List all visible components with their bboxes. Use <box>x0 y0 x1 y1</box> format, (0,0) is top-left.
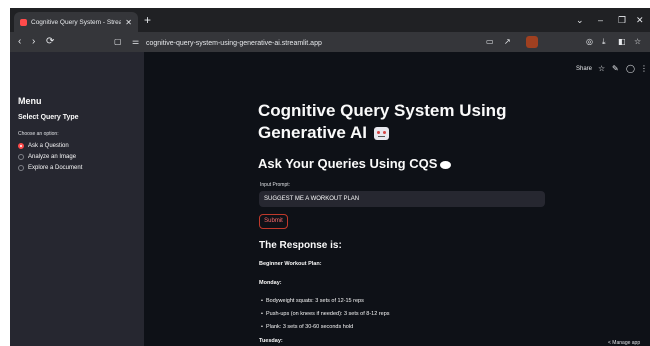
page-title: Cognitive Query System Using Generative … <box>258 101 507 142</box>
manage-app-button[interactable]: < Manage app <box>608 340 640 346</box>
copilot-icon[interactable]: ◎ <box>586 37 593 47</box>
bookmarks-icon[interactable]: ☆ <box>634 37 641 47</box>
submit-button[interactable]: Submit <box>259 214 288 229</box>
radio-label: Ask a Question <box>28 143 69 149</box>
github-icon[interactable]: ◯ <box>626 64 635 73</box>
select-query-type-title: Select Query Type <box>18 114 79 121</box>
radio-label: Analyze an Image <box>28 154 77 160</box>
robot-icon <box>373 127 389 141</box>
tab-close-icon[interactable]: ✕ <box>125 18 132 27</box>
choose-option-label: Choose an option: <box>18 131 59 137</box>
page-title-block: Cognitive Query System Using Generative … <box>258 100 548 144</box>
radio-unselected-icon[interactable] <box>18 165 24 171</box>
radio-selected-icon[interactable] <box>18 143 24 149</box>
tab-search-icon[interactable]: ⌄ <box>576 14 584 26</box>
cast-icon[interactable]: ▭ <box>486 37 494 47</box>
download-icon[interactable]: ⤓ <box>602 37 606 47</box>
more-options-icon[interactable]: ⋮ <box>640 64 648 73</box>
tab-title: Cognitive Query System - Stream <box>31 18 122 26</box>
star-icon[interactable]: ☆ <box>598 64 605 73</box>
close-window-icon[interactable]: ✕ <box>636 14 644 26</box>
input-prompt-label: Input Prompt: <box>260 182 291 188</box>
reload-icon[interactable]: ⟳ <box>46 36 54 48</box>
browser-window: Cognitive Query System - Stream ✕ + ⌄ – … <box>10 8 650 346</box>
list-item: Bodyweight squats: 3 sets of 12-15 reps <box>261 298 364 304</box>
site-info-icon[interactable]: ⚌ <box>132 37 139 47</box>
list-item: Plank: 3 sets of 30-60 seconds hold <box>261 324 353 330</box>
radio-explore-document[interactable]: Explore a Document <box>18 165 82 171</box>
maximize-icon[interactable]: ❐ <box>618 14 626 26</box>
browser-toolbar: ‹ › ⟳ ▢ ⚌ cognitive-query-system-using-g… <box>10 32 650 52</box>
sidebar-menu-title: Menu <box>18 96 42 106</box>
response-heading: The Response is: <box>259 240 342 251</box>
radio-analyze-image[interactable]: Analyze an Image <box>18 154 76 160</box>
new-tab-icon[interactable]: + <box>144 14 151 26</box>
speech-bubble-icon <box>440 160 452 169</box>
prompt-input[interactable]: SUGGEST ME A WORKOUT PLAN <box>259 191 545 207</box>
share-button[interactable]: Share <box>576 66 592 72</box>
streamlit-favicon-icon <box>20 18 27 26</box>
sidebar-icon[interactable]: ◧ <box>618 37 626 47</box>
share-page-icon[interactable]: ↗ <box>504 37 511 47</box>
radio-ask-question[interactable]: Ask a Question <box>18 143 69 149</box>
brave-extension-icon[interactable] <box>526 36 538 48</box>
day-heading-monday: Monday: <box>259 280 282 286</box>
list-item: Push-ups (on knees if needed): 3 sets of… <box>261 311 390 317</box>
tab-strip: Cognitive Query System - Stream ✕ + ⌄ – … <box>10 8 650 32</box>
edit-icon[interactable]: ✎ <box>612 64 619 73</box>
subtitle: Ask Your Queries Using CQS <box>258 156 452 171</box>
browser-tab[interactable]: Cognitive Query System - Stream ✕ <box>14 12 138 32</box>
forward-icon[interactable]: › <box>32 36 35 48</box>
address-bar[interactable]: cognitive-query-system-using-generative-… <box>146 40 322 47</box>
minimize-icon[interactable]: – <box>598 14 603 26</box>
plan-title: Beginner Workout Plan: <box>259 261 322 267</box>
radio-label: Explore a Document <box>28 165 83 171</box>
back-icon[interactable]: ‹ <box>18 36 21 48</box>
radio-unselected-icon[interactable] <box>18 154 24 160</box>
day-heading-tuesday: Tuesday: <box>259 338 283 344</box>
bookmark-page-icon[interactable]: ▢ <box>114 37 122 47</box>
